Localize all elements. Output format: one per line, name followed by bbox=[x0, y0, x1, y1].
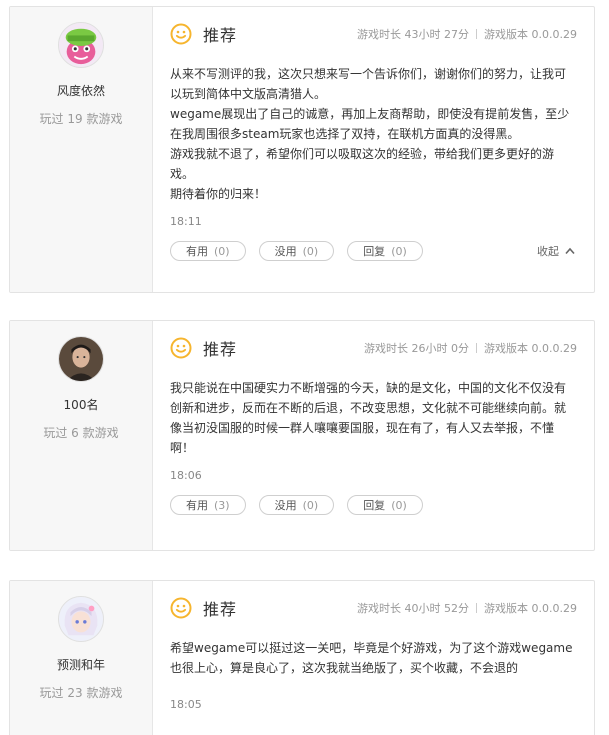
divider bbox=[476, 29, 478, 39]
useless-count: (0) bbox=[302, 498, 319, 512]
review-meta: 游戏时长 43小时 27分 游戏版本 0.0.0.29 bbox=[357, 26, 577, 42]
useless-label: 没用 bbox=[274, 499, 297, 512]
review-actions: 有用 (3) 没用 (0) 回复 (0) bbox=[170, 495, 577, 515]
avatar[interactable] bbox=[58, 22, 104, 68]
useless-button[interactable]: 没用 (0) bbox=[258, 495, 335, 515]
reviewer-panel: 预测和年 玩过 23 款游戏 bbox=[10, 581, 153, 735]
games-played: 玩过 6 款游戏 bbox=[43, 426, 119, 440]
review-card: 风度依然 玩过 19 款游戏 推荐 游戏时长 43小时 27分 游戏版本 0.0… bbox=[9, 6, 595, 293]
review-content: 推荐 游戏时长 26小时 0分 游戏版本 0.0.0.29 我只能说在中国硬实力… bbox=[153, 321, 594, 550]
avatar[interactable] bbox=[58, 596, 104, 642]
reply-count: (0) bbox=[391, 498, 407, 512]
divider bbox=[476, 603, 478, 613]
reviewer-name[interactable]: 风度依然 bbox=[57, 82, 105, 99]
useless-button[interactable]: 没用 (0) bbox=[258, 241, 335, 261]
game-version: 游戏版本 0.0.0.29 bbox=[484, 602, 577, 615]
review-actions: 有用 (0) 没用 (0) 回复 (0) 收起 bbox=[170, 241, 577, 261]
useful-count: (3) bbox=[214, 498, 230, 512]
reviewer-name[interactable]: 预测和年 bbox=[57, 656, 105, 673]
game-version: 游戏版本 0.0.0.29 bbox=[484, 28, 577, 41]
review-content: 推荐 游戏时长 40小时 52分 游戏版本 0.0.0.29 希望wegame可… bbox=[153, 581, 594, 735]
review-text: 希望wegame可以挺过这一关吧，毕竟是个好游戏，为了这个游戏wegame也很上… bbox=[170, 641, 573, 675]
useless-label: 没用 bbox=[274, 245, 297, 258]
review-header: 推荐 游戏时长 40小时 52分 游戏版本 0.0.0.29 bbox=[170, 595, 577, 621]
recommend-label: 推荐 bbox=[203, 340, 238, 359]
game-version: 游戏版本 0.0.0.29 bbox=[484, 342, 577, 355]
reply-count: (0) bbox=[391, 244, 407, 258]
recommend-label: 推荐 bbox=[203, 600, 238, 619]
divider bbox=[476, 343, 478, 353]
reply-button[interactable]: 回复 (0) bbox=[347, 495, 423, 515]
review-card: 预测和年 玩过 23 款游戏 推荐 游戏时长 40小时 52分 游戏版本 0.0… bbox=[9, 580, 595, 735]
review-time: 18:05 bbox=[170, 698, 202, 711]
cartoon-avatar-icon bbox=[59, 23, 103, 67]
smile-icon bbox=[170, 23, 192, 45]
reviewer-name[interactable]: 100名 bbox=[64, 396, 99, 413]
photo-avatar-icon bbox=[59, 337, 103, 381]
collapse-label: 收起 bbox=[537, 245, 559, 258]
review-card: 100名 玩过 6 款游戏 推荐 游戏时长 26小时 0分 游戏版本 0.0.0… bbox=[9, 320, 595, 551]
review-meta: 游戏时长 26小时 0分 游戏版本 0.0.0.29 bbox=[364, 340, 577, 356]
review-text: 我只能说在中国硬实力不断增强的今天，缺的是文化，中国的文化不仅没有创新和进步，反… bbox=[170, 381, 567, 455]
review-time: 18:11 bbox=[170, 215, 202, 228]
avatar[interactable] bbox=[58, 336, 104, 382]
reply-button[interactable]: 回复 (0) bbox=[347, 241, 423, 261]
review-meta: 游戏时长 40小时 52分 游戏版本 0.0.0.29 bbox=[357, 600, 577, 616]
useful-button[interactable]: 有用 (3) bbox=[170, 495, 246, 515]
review-header: 推荐 游戏时长 26小时 0分 游戏版本 0.0.0.29 bbox=[170, 335, 577, 361]
chevron-up-icon bbox=[565, 247, 575, 255]
reply-label: 回复 bbox=[363, 245, 386, 258]
games-played: 玩过 23 款游戏 bbox=[39, 686, 123, 700]
collapse-button[interactable]: 收起 bbox=[537, 243, 577, 259]
useful-count: (0) bbox=[214, 244, 230, 258]
review-header: 推荐 游戏时长 43小时 27分 游戏版本 0.0.0.29 bbox=[170, 21, 577, 47]
playtime: 游戏时长 40小时 52分 bbox=[357, 602, 470, 615]
anime-avatar-icon bbox=[59, 597, 103, 641]
games-played: 玩过 19 款游戏 bbox=[39, 112, 123, 126]
useless-count: (0) bbox=[302, 244, 319, 258]
recommend-label: 推荐 bbox=[203, 26, 238, 45]
reply-label: 回复 bbox=[363, 499, 386, 512]
useful-button[interactable]: 有用 (0) bbox=[170, 241, 246, 261]
playtime: 游戏时长 43小时 27分 bbox=[357, 28, 470, 41]
useful-label: 有用 bbox=[186, 499, 208, 512]
reviewer-panel: 100名 玩过 6 款游戏 bbox=[10, 321, 153, 550]
review-time: 18:06 bbox=[170, 469, 202, 482]
playtime: 游戏时长 26小时 0分 bbox=[364, 342, 470, 355]
review-text: 从来不写测评的我，这次只想来写一个告诉你们，谢谢你们的努力，让我可以玩到简体中文… bbox=[170, 67, 570, 201]
useful-label: 有用 bbox=[186, 245, 208, 258]
reviewer-panel: 风度依然 玩过 19 款游戏 bbox=[10, 7, 153, 292]
smile-icon bbox=[170, 597, 192, 619]
review-content: 推荐 游戏时长 43小时 27分 游戏版本 0.0.0.29 从来不写测评的我，… bbox=[153, 7, 594, 292]
smile-icon bbox=[170, 337, 192, 359]
